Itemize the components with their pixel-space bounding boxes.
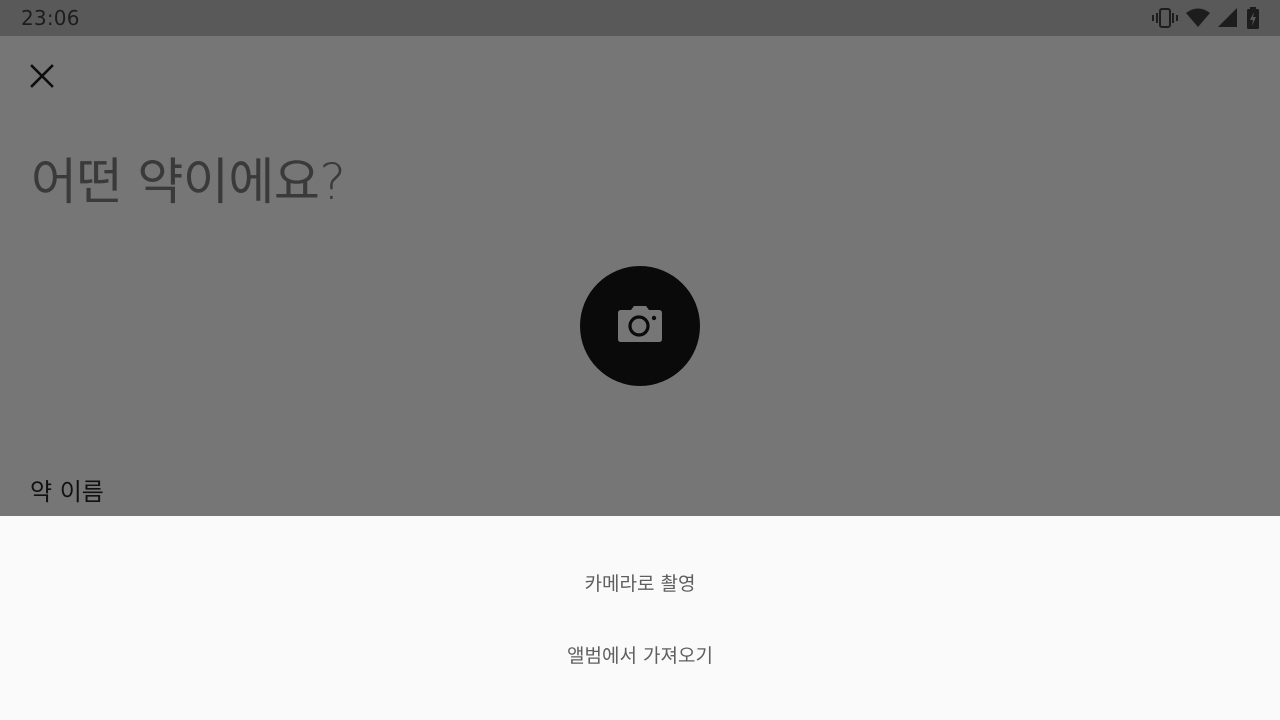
close-icon <box>30 64 54 92</box>
page-title: 어떤 약이에요? <box>31 153 346 211</box>
cell-signal-icon <box>1218 8 1238 28</box>
close-button[interactable] <box>26 62 58 94</box>
import-from-album-option[interactable]: 앨범에서 가져오기 <box>0 628 1280 680</box>
status-time: 23:06 <box>21 6 80 30</box>
take-photo-option[interactable]: 카메라로 촬영 <box>0 556 1280 608</box>
bottom-sheet: 카메라로 촬영 앨범에서 가져오기 <box>0 516 1280 720</box>
vibrate-icon <box>1152 7 1178 29</box>
status-icons <box>1152 7 1260 29</box>
status-bar: 23:06 <box>0 0 1280 36</box>
camera-button[interactable] <box>580 266 700 386</box>
wifi-icon <box>1186 8 1210 28</box>
main-content: 어떤 약이에요? 약 이름 <box>0 36 1280 516</box>
battery-charging-icon <box>1246 7 1260 29</box>
medicine-name-label: 약 이름 <box>30 478 104 506</box>
camera-icon <box>617 305 663 347</box>
